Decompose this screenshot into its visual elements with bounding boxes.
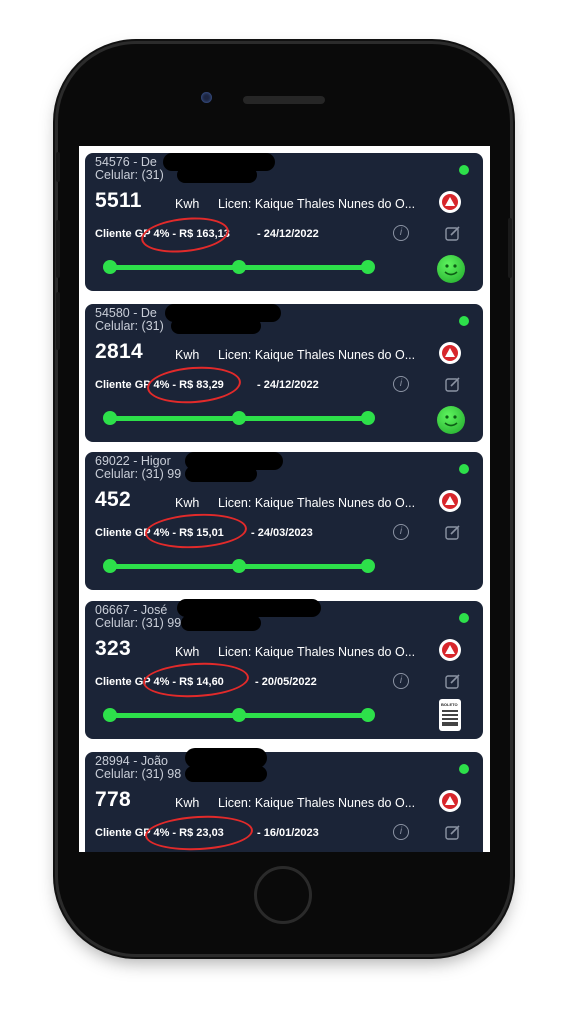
annotation-circle — [144, 511, 248, 551]
client-date: - 24/03/2023 — [251, 527, 313, 539]
info-icon[interactable]: i — [393, 824, 409, 840]
kwh-unit: Kwh — [175, 796, 200, 810]
client-date: - 16/01/2023 — [257, 827, 319, 839]
annotation-circle — [144, 813, 254, 852]
license-holder: Licen: Kaique Thales Nunes do O... — [218, 645, 416, 659]
power-button — [508, 218, 512, 278]
volume-down-button — [56, 292, 60, 350]
edit-icon[interactable] — [445, 673, 461, 689]
slider-knob-end[interactable] — [361, 411, 375, 425]
camera-icon — [201, 92, 212, 103]
brand-logo-icon — [439, 639, 461, 661]
client-date: - 24/12/2022 — [257, 379, 319, 391]
mute-switch — [56, 152, 60, 182]
client-phone: Celular: (31) 99 — [95, 616, 182, 630]
kwh-unit: Kwh — [175, 645, 200, 659]
boleto-line — [442, 710, 458, 712]
progress-slider[interactable] — [103, 559, 375, 573]
app-screen: 54576 - De Celular: (31) 5511 Kwh Licen:… — [79, 146, 490, 852]
client-card[interactable]: 28994 - João Celular: (31) 98 778 Kwh Li… — [85, 748, 483, 852]
client-card[interactable]: 69022 - Higor Celular: (31) 99 452 Kwh L… — [85, 452, 483, 590]
client-card[interactable]: 06667 - José Celular: (31) 99 323 Kwh Li… — [85, 599, 483, 739]
client-phone: Celular: (31) 98 — [95, 767, 182, 781]
status-indicator — [459, 165, 469, 175]
redaction-mark — [185, 766, 267, 782]
boleto-icon[interactable]: BOLETO — [439, 699, 461, 731]
edit-icon[interactable] — [445, 376, 461, 392]
info-icon[interactable]: i — [393, 225, 409, 241]
kwh-unit: Kwh — [175, 348, 200, 362]
annotation-circle — [145, 363, 243, 407]
edit-icon[interactable] — [445, 824, 461, 840]
license-holder: Licen: Kaique Thales Nunes do O... — [218, 348, 416, 362]
kwh-unit: Kwh — [175, 197, 200, 211]
kwh-value: 323 — [95, 637, 131, 660]
status-indicator — [459, 613, 469, 623]
client-date: - 20/05/2022 — [255, 676, 317, 688]
progress-slider[interactable] — [103, 260, 375, 274]
slider-knob-mid[interactable] — [232, 260, 246, 274]
slider-knob-start[interactable] — [103, 260, 117, 274]
speaker-grille — [243, 96, 325, 104]
kwh-value: 452 — [95, 488, 131, 511]
kwh-value: 778 — [95, 788, 131, 811]
brand-logo-icon — [439, 490, 461, 512]
kwh-value: 2814 — [95, 340, 143, 363]
progress-slider[interactable] — [103, 411, 375, 425]
redaction-mark — [177, 167, 257, 183]
redaction-mark — [181, 615, 261, 631]
client-phone: Celular: (31) — [95, 168, 164, 182]
edit-icon[interactable] — [445, 524, 461, 540]
client-phone: Celular: (31) — [95, 319, 164, 333]
status-indicator — [459, 764, 469, 774]
status-indicator — [459, 464, 469, 474]
slider-knob-start[interactable] — [103, 708, 117, 722]
redaction-mark — [171, 318, 261, 334]
progress-slider[interactable] — [103, 708, 375, 722]
client-phone: Celular: (31) 99 — [95, 467, 182, 481]
kwh-value: 5511 — [95, 189, 142, 212]
slider-knob-mid[interactable] — [232, 708, 246, 722]
brand-logo-icon — [439, 342, 461, 364]
brand-logo-icon — [439, 191, 461, 213]
redaction-mark — [185, 748, 267, 768]
home-button[interactable] — [254, 866, 312, 924]
smiley-icon — [437, 255, 465, 283]
boleto-barcode — [442, 722, 458, 726]
slider-knob-start[interactable] — [103, 559, 117, 573]
license-holder: Licen: Kaique Thales Nunes do O... — [218, 496, 416, 510]
info-icon[interactable]: i — [393, 524, 409, 540]
smiley-icon — [437, 406, 465, 434]
slider-knob-end[interactable] — [361, 260, 375, 274]
slider-knob-mid[interactable] — [232, 411, 246, 425]
status-indicator — [459, 316, 469, 326]
edit-icon[interactable] — [445, 225, 461, 241]
client-card[interactable]: 54576 - De Celular: (31) 5511 Kwh Licen:… — [85, 153, 483, 291]
slider-knob-mid[interactable] — [232, 559, 246, 573]
slider-knob-end[interactable] — [361, 708, 375, 722]
boleto-line — [442, 718, 458, 720]
brand-logo-icon — [439, 790, 461, 812]
license-holder: Licen: Kaique Thales Nunes do O... — [218, 796, 416, 810]
client-date: - 24/12/2022 — [257, 228, 319, 240]
kwh-unit: Kwh — [175, 496, 200, 510]
redaction-mark — [185, 466, 257, 482]
client-card[interactable]: 54580 - De Celular: (31) 2814 Kwh Licen:… — [85, 304, 483, 442]
info-icon[interactable]: i — [393, 673, 409, 689]
slider-knob-end[interactable] — [361, 559, 375, 573]
slider-knob-start[interactable] — [103, 411, 117, 425]
info-icon[interactable]: i — [393, 376, 409, 392]
volume-up-button — [56, 220, 60, 278]
annotation-circle — [139, 213, 231, 257]
boleto-line — [442, 714, 458, 716]
annotation-circle — [142, 660, 250, 700]
boleto-label: BOLETO — [441, 702, 458, 707]
license-holder: Licen: Kaique Thales Nunes do O... — [218, 197, 416, 211]
